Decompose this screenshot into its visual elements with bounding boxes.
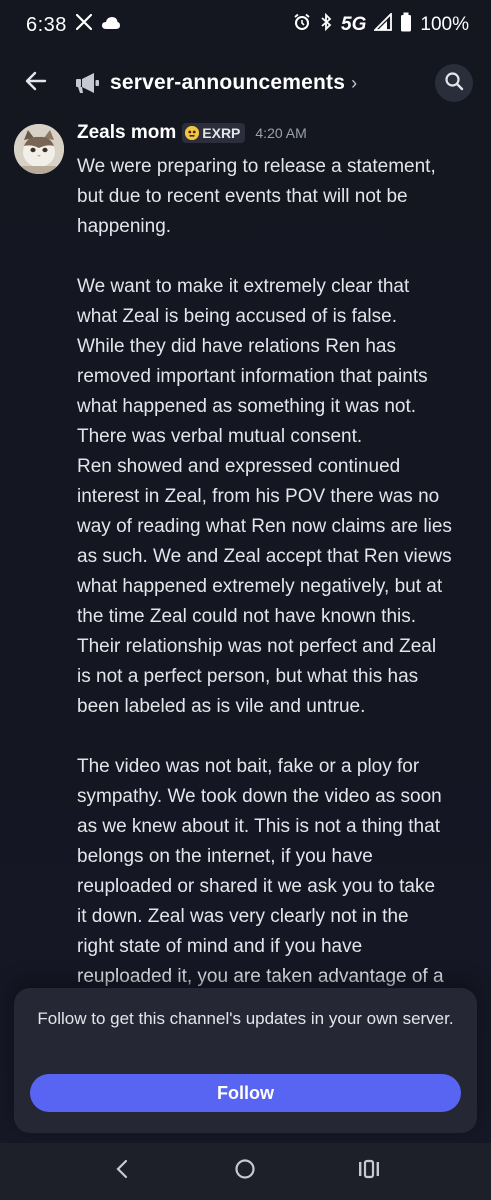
- message-header: Zeals mom EXRP 4:20 AM: [77, 122, 307, 144]
- message-body: We were preparing to release a statement…: [77, 152, 481, 992]
- paragraph-break: [77, 722, 481, 752]
- megaphone-icon: [74, 69, 102, 97]
- alarm-icon: [293, 13, 311, 37]
- follow-card: Follow to get this channel's updates in …: [14, 988, 477, 1133]
- battery-percent: 100%: [420, 14, 469, 35]
- channel-header: server-announcements ›: [0, 56, 491, 110]
- nav-back-icon: [114, 1159, 130, 1184]
- message-line: The video was not bait, fake or a ploy f…: [77, 756, 420, 777]
- message-line: interest in Zeal, from his POV there was…: [77, 486, 440, 507]
- message-line: While they did have relations Ren has: [77, 336, 396, 357]
- message-line: happening.: [77, 216, 172, 237]
- message-line: the time Zeal could not have known this.: [77, 606, 417, 627]
- message-line: right state of mind and if you have: [77, 936, 363, 957]
- message-line: Ren showed and expressed continued: [77, 456, 401, 477]
- screen: 6:38 5G 100% server-announcements › Zeal…: [0, 0, 491, 1200]
- message-line: Their relationship was not perfect and Z…: [77, 636, 437, 657]
- nav-home-button[interactable]: [225, 1152, 265, 1192]
- message-line: but due to recent events that will not b…: [77, 186, 408, 207]
- paragraph-break: [77, 242, 481, 272]
- message-line: belongs on the internet, if you have: [77, 846, 373, 867]
- status-time: 6:38: [26, 13, 67, 36]
- message-line: removed important information that paint…: [77, 366, 428, 387]
- back-arrow-icon: [24, 69, 48, 98]
- status-right: 5G 100%: [293, 11, 469, 38]
- channel-name[interactable]: server-announcements: [110, 71, 345, 95]
- author-name[interactable]: Zeals mom: [77, 122, 176, 144]
- skull-icon: [185, 126, 200, 140]
- message-line: is not a perfect person, but what this h…: [77, 666, 419, 687]
- network-label: 5G: [341, 14, 367, 35]
- timestamp: 4:20 AM: [255, 125, 307, 141]
- status-left: 6:38: [26, 13, 121, 37]
- search-button[interactable]: [435, 64, 473, 102]
- nav-home-icon: [234, 1158, 256, 1185]
- back-button[interactable]: [18, 65, 54, 101]
- message-line: sympathy. We took down the video as soon: [77, 786, 442, 807]
- search-icon: [444, 71, 464, 96]
- chevron-right-icon[interactable]: ›: [351, 73, 357, 94]
- message-line: as we knew about it. This is not a thing…: [77, 816, 440, 837]
- message-line: There was verbal mutual consent.: [77, 426, 363, 447]
- nav-back-button[interactable]: [102, 1152, 142, 1192]
- server-tag[interactable]: EXRP: [182, 123, 246, 143]
- signal-icon: [373, 11, 393, 37]
- message-line: been labeled as is vile and untrue.: [77, 696, 366, 717]
- system-nav-bar: [0, 1143, 491, 1200]
- x-logo-icon: [75, 13, 93, 37]
- bluetooth-icon: [319, 12, 333, 37]
- message-line: as such. We and Zeal accept that Ren vie…: [77, 546, 452, 567]
- battery-icon: [400, 12, 412, 38]
- server-tag-label: EXRP: [202, 125, 241, 141]
- follow-prompt: Follow to get this channel's updates in …: [37, 1009, 454, 1028]
- message-line: We want to make it extremely clear that: [77, 276, 410, 297]
- follow-button[interactable]: Follow: [30, 1074, 461, 1112]
- nav-recents-button[interactable]: [349, 1152, 389, 1192]
- message-line: reuploaded or shared it we ask you to ta…: [77, 876, 436, 897]
- cloud-icon: [101, 14, 121, 36]
- message-line: what Zeal is being accused of is false.: [77, 306, 398, 327]
- message-line: what happened as something it was not.: [77, 396, 417, 417]
- avatar[interactable]: [14, 124, 64, 174]
- nav-recents-icon: [357, 1159, 381, 1184]
- message-line: what happened extremely negatively, but …: [77, 576, 443, 597]
- message-line: way of reading what Ren now claims are l…: [77, 516, 452, 537]
- message-line: it down. Zeal was very clearly not in th…: [77, 906, 409, 927]
- message-line: We were preparing to release a statement…: [77, 156, 436, 177]
- status-bar: 6:38 5G 100%: [0, 0, 491, 50]
